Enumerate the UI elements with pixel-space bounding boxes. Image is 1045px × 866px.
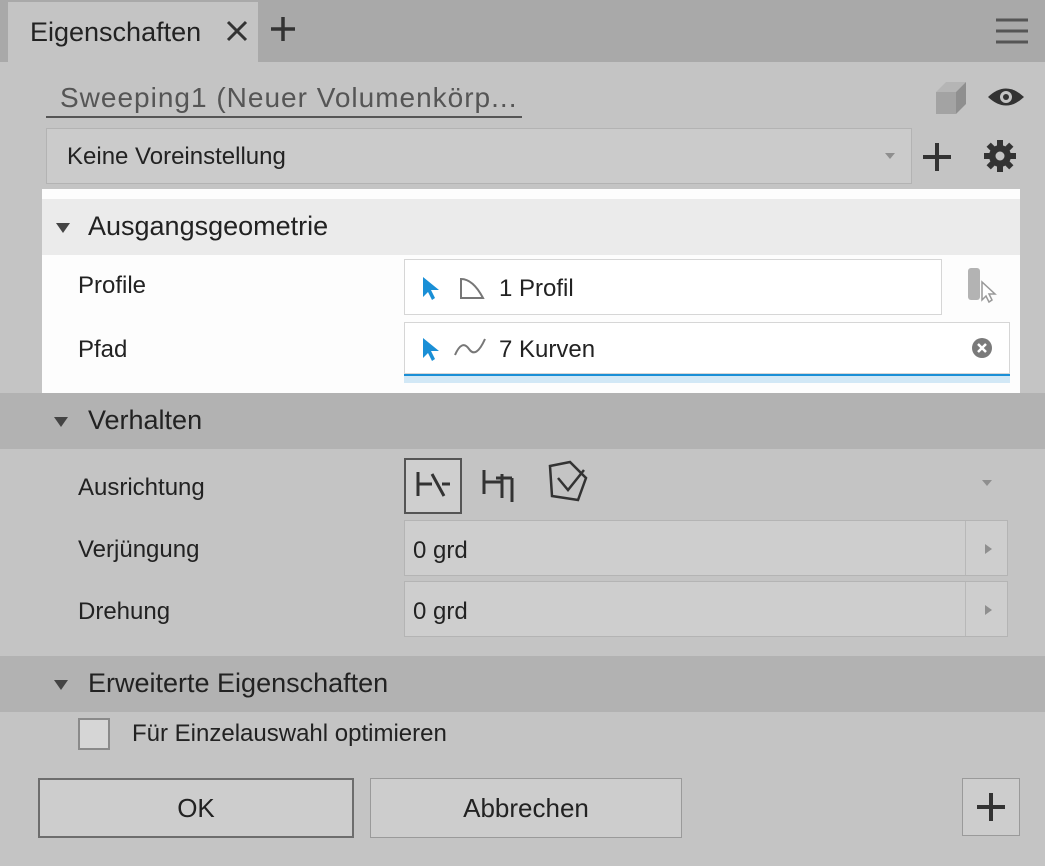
collapse-triangle-icon — [54, 680, 68, 690]
add-tab-icon[interactable] — [268, 14, 298, 44]
collapse-triangle-icon — [54, 417, 68, 427]
twist-label: Drehung — [78, 598, 171, 625]
checkbox-label: Für Einzelauswahl optimieren — [132, 720, 447, 747]
path-value: 7 Kurven — [499, 336, 596, 363]
plus-icon — [977, 793, 1005, 821]
add-preset-icon[interactable] — [920, 140, 954, 174]
profile-label: Profile — [78, 272, 147, 299]
profile-value: 1 Profil — [499, 275, 574, 302]
fixed-orientation-icon[interactable] — [474, 458, 532, 514]
section-header-advanced[interactable]: Erweiterte Eigenschaften — [0, 656, 1045, 712]
tab-label: Eigenschaften — [30, 16, 202, 47]
more-button[interactable] — [962, 778, 1020, 836]
cancel-button[interactable]: Abbrechen — [370, 778, 682, 838]
select-cursor-icon — [423, 338, 439, 361]
chevron-right-icon[interactable] — [983, 604, 993, 616]
taper-label: Verjüngung — [78, 536, 200, 563]
divider — [965, 521, 966, 575]
feature-name-field[interactable]: Sweeping1 (Neuer Volumenkörp... — [46, 78, 522, 118]
taper-input[interactable]: 0 grd — [404, 520, 1008, 576]
profile-icon — [460, 277, 485, 299]
tab-properties[interactable]: Eigenschaften — [8, 2, 258, 62]
chevron-down-icon — [885, 153, 895, 159]
eye-icon[interactable] — [986, 82, 1026, 112]
twist-input[interactable]: 0 grd — [404, 581, 1008, 637]
profile-selector[interactable]: 1 Profil — [404, 259, 942, 315]
clear-icon[interactable] — [971, 337, 993, 359]
section-title: Verhalten — [88, 405, 203, 435]
section-header-geometry[interactable]: Ausgangsgeometrie — [42, 199, 1020, 255]
preset-dropdown[interactable]: Keine Voreinstellung — [46, 128, 912, 184]
curve-icon — [454, 338, 486, 356]
section-header-behavior[interactable]: Verhalten — [0, 393, 1045, 449]
select-cursor-icon — [423, 277, 439, 300]
twist-value: 0 grd — [413, 598, 468, 625]
divider — [965, 582, 966, 636]
close-icon[interactable] — [222, 16, 252, 46]
taper-value: 0 grd — [413, 537, 468, 564]
guide-surface-icon[interactable] — [542, 456, 600, 514]
orientation-label: Ausrichtung — [78, 474, 205, 501]
solid-select-icon[interactable] — [966, 266, 1000, 306]
chevron-down-icon[interactable] — [980, 478, 994, 488]
section-title: Erweiterte Eigenschaften — [88, 668, 389, 698]
collapse-triangle-icon — [56, 223, 70, 233]
path-orientation-icon[interactable] — [404, 458, 462, 514]
menu-icon[interactable] — [994, 16, 1030, 46]
path-selector[interactable]: 7 Kurven — [404, 322, 1010, 374]
properties-panel: Eigenschaften Sweeping1 (Neuer Volumenkö… — [0, 0, 1045, 866]
chevron-right-icon[interactable] — [983, 543, 993, 555]
tab-bar: Eigenschaften — [0, 0, 1045, 62]
path-active-underline — [404, 374, 1010, 383]
path-label: Pfad — [78, 336, 128, 363]
section-title: Ausgangsgeometrie — [88, 211, 329, 241]
solid-body-icon[interactable] — [932, 80, 970, 116]
ok-button[interactable]: OK — [38, 778, 354, 838]
preset-value: Keine Voreinstellung — [67, 143, 286, 170]
optimize-single-selection-checkbox[interactable] — [78, 718, 110, 750]
gear-icon[interactable] — [982, 138, 1018, 174]
